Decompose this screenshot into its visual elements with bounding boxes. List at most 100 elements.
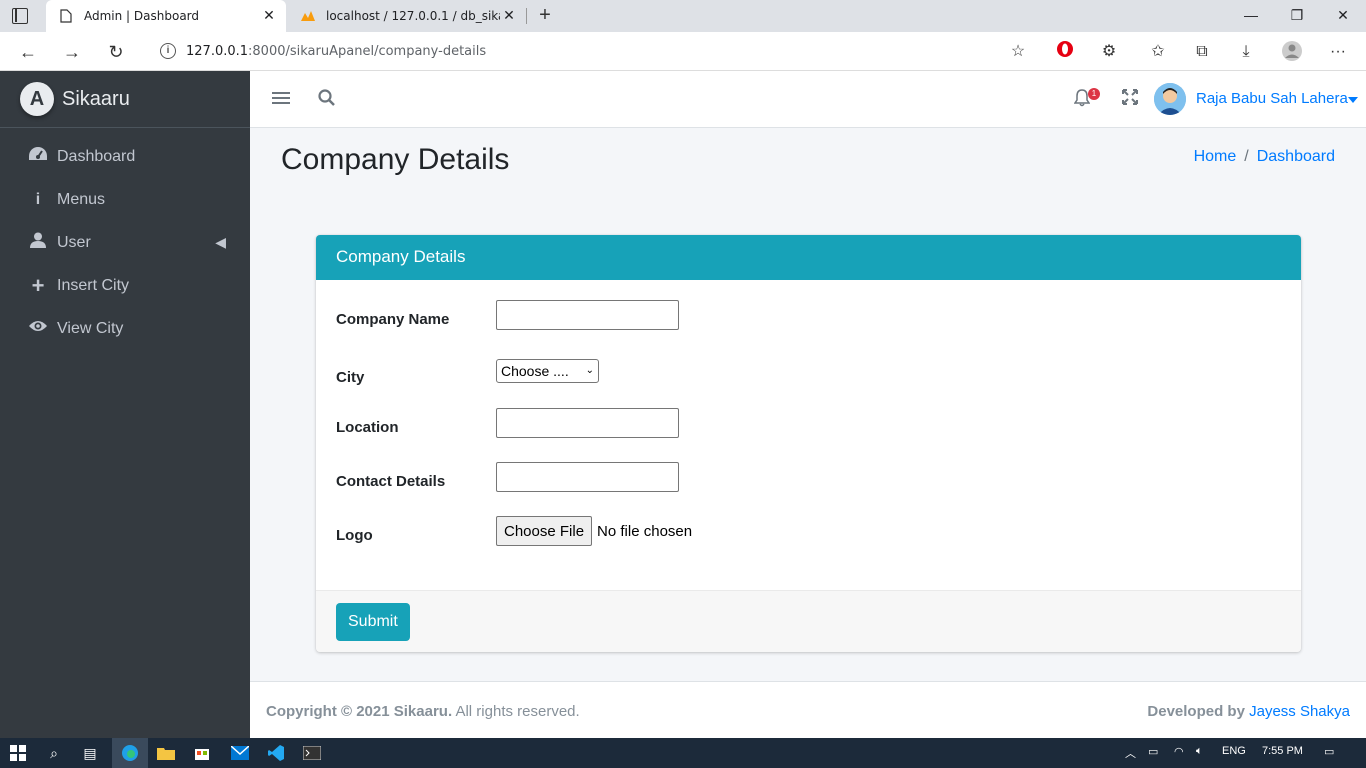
submit-button[interactable]: Submit [336, 603, 410, 641]
info-icon: i [35, 190, 41, 208]
search-icon[interactable] [318, 89, 338, 109]
url-field[interactable]: i 127.0.0.1:8000/sikaruApanel/company-de… [146, 36, 1036, 66]
user-icon [27, 232, 49, 253]
breadcrumb: Home / Dashboard [1194, 148, 1335, 166]
task-view-icon[interactable]: ▤ [80, 743, 100, 763]
plus-icon: + [31, 272, 45, 298]
logo-label: Logo [336, 526, 373, 544]
card-footer: Submit [316, 590, 1301, 652]
mail-icon[interactable] [230, 743, 250, 763]
tab-divider [526, 8, 527, 24]
city-select-value: Choose .... [501, 362, 569, 379]
city-label: City [336, 369, 365, 386]
card-header: Company Details [316, 235, 1301, 280]
chevron-down-icon: ⌄ [585, 365, 594, 376]
brand-name: Sikaaru [62, 87, 130, 110]
city-row: City Choose .... ⌄ [336, 355, 599, 386]
file-explorer-icon[interactable] [156, 743, 176, 763]
contact-row: Contact Details [336, 462, 679, 492]
breadcrumb-dashboard[interactable]: Dashboard [1257, 148, 1335, 165]
sidebar-item-label: View City [57, 319, 124, 337]
vscode-icon[interactable] [266, 743, 286, 763]
opera-extension-icon[interactable] [1053, 40, 1077, 64]
caret-down-icon[interactable] [1348, 97, 1358, 103]
back-icon[interactable]: ← [14, 38, 42, 66]
breadcrumb-home[interactable]: Home [1194, 148, 1237, 165]
wifi-icon[interactable]: ◠ [1174, 745, 1184, 758]
dashboard-icon [27, 146, 49, 167]
add-favorite-icon[interactable]: ☆ [1006, 40, 1030, 64]
edge-browser-icon[interactable] [120, 743, 140, 763]
downloads-icon[interactable]: ⤓ [1234, 40, 1258, 64]
company-name-label: Company Name [336, 310, 450, 328]
battery-icon[interactable]: ▭ [1148, 745, 1158, 758]
page-title: Company Details [281, 143, 510, 176]
windows-start-icon[interactable] [8, 743, 28, 763]
sidebar-item-label: Insert City [57, 276, 130, 294]
search-icon[interactable]: ⌕ [44, 743, 64, 763]
brand-link[interactable]: A Sikaaru [0, 71, 250, 128]
sidebar-item-view-city[interactable]: View City [0, 307, 250, 350]
contact-details-label: Contact Details [336, 472, 446, 490]
location-row: Location [336, 408, 679, 438]
copyright: Copyright © 2021 Sikaaru. All rights res… [266, 703, 580, 720]
minimize-icon[interactable]: — [1228, 0, 1274, 32]
chevron-up-icon[interactable]: ︿ [1125, 745, 1136, 761]
logo-row: Logo Choose File No file chosen [336, 516, 692, 546]
more-menu-icon[interactable]: ··· [1326, 40, 1350, 64]
notifications-icon[interactable]: ▭ [1324, 745, 1334, 758]
address-bar-row: ← → ↻ i 127.0.0.1:8000/sikaruApanel/comp… [0, 32, 1366, 71]
page-footer: Copyright © 2021 Sikaaru. All rights res… [250, 681, 1366, 738]
site-info-icon[interactable]: i [160, 43, 176, 59]
new-tab-icon[interactable]: + [534, 4, 556, 26]
sidebar-item-user[interactable]: User ◀ [0, 221, 250, 264]
sidebar-item-dashboard[interactable]: Dashboard [0, 135, 250, 178]
tab-actions-icon[interactable] [12, 8, 28, 24]
company-name-input[interactable] [496, 300, 679, 330]
forward-icon[interactable]: → [58, 38, 86, 66]
close-window-icon[interactable]: ✕ [1320, 0, 1366, 32]
clock[interactable]: 7:55 PM [1262, 745, 1303, 757]
volume-icon[interactable]: 🔈︎ [1196, 745, 1203, 758]
page-icon [58, 8, 74, 24]
store-icon[interactable] [192, 743, 212, 763]
file-status: No file chosen [597, 522, 693, 540]
restore-icon[interactable]: ❐ [1274, 0, 1320, 32]
url-text: 127.0.0.1:8000/sikaruApanel/company-deta… [186, 43, 487, 59]
sidebar-item-insert-city[interactable]: + Insert City [0, 264, 250, 307]
refresh-icon[interactable]: ↻ [102, 38, 130, 66]
avatar[interactable] [1154, 83, 1186, 115]
company-details-card: Company Details Company Name City Choose… [316, 235, 1301, 652]
tab-admin-dashboard[interactable]: Admin | Dashboard ✕ [46, 0, 286, 32]
extensions-icon[interactable]: ⚙ [1097, 40, 1121, 64]
notification-badge: 1 [1088, 88, 1100, 100]
collections-icon[interactable]: ⧉ [1190, 40, 1214, 64]
sidebar-item-menus[interactable]: i Menus [0, 178, 250, 221]
brand-logo-icon: A [20, 82, 54, 116]
close-tab-icon[interactable]: ✕ [500, 7, 518, 25]
tab-phpmyadmin[interactable]: localhost / 127.0.0.1 / db_sikaaru ✕ [288, 0, 526, 32]
user-menu-name[interactable]: Raja Babu Sah Lahera [1196, 90, 1348, 107]
contact-details-input[interactable] [496, 462, 679, 492]
close-tab-icon[interactable]: ✕ [260, 7, 278, 25]
favorites-icon[interactable]: ✩ [1146, 40, 1170, 64]
profile-icon[interactable] [1280, 40, 1304, 64]
fullscreen-icon[interactable] [1122, 89, 1142, 109]
top-navbar: 1 Raja Babu Sah Lahera [250, 71, 1366, 128]
developer-credit: Developed by Jayess Shakya [1147, 703, 1350, 720]
choose-file-button[interactable]: Choose File [496, 516, 593, 546]
language-indicator[interactable]: ENG [1222, 745, 1246, 757]
browser-tab-bar: Admin | Dashboard ✕ localhost / 127.0.0.… [0, 0, 1366, 32]
terminal-icon[interactable] [302, 743, 322, 763]
sidebar-nav: Dashboard i Menus User ◀ + Insert City V… [0, 128, 250, 350]
developer-link[interactable]: Jayess Shakya [1249, 703, 1350, 720]
hamburger-menu-icon[interactable] [272, 89, 290, 109]
windows-taskbar: ⌕ ▤ ︿ ▭ ◠ 🔈︎ ENG 7:55 PM ▭ [0, 738, 1366, 768]
location-label: Location [336, 418, 399, 436]
city-select[interactable]: Choose .... ⌄ [496, 358, 599, 383]
breadcrumb-separator: / [1244, 148, 1249, 165]
sidebar-item-label: Menus [57, 190, 106, 208]
location-input[interactable] [496, 408, 679, 438]
sidebar-item-label: User [57, 233, 91, 251]
company-name-row: Company Name [336, 300, 679, 330]
